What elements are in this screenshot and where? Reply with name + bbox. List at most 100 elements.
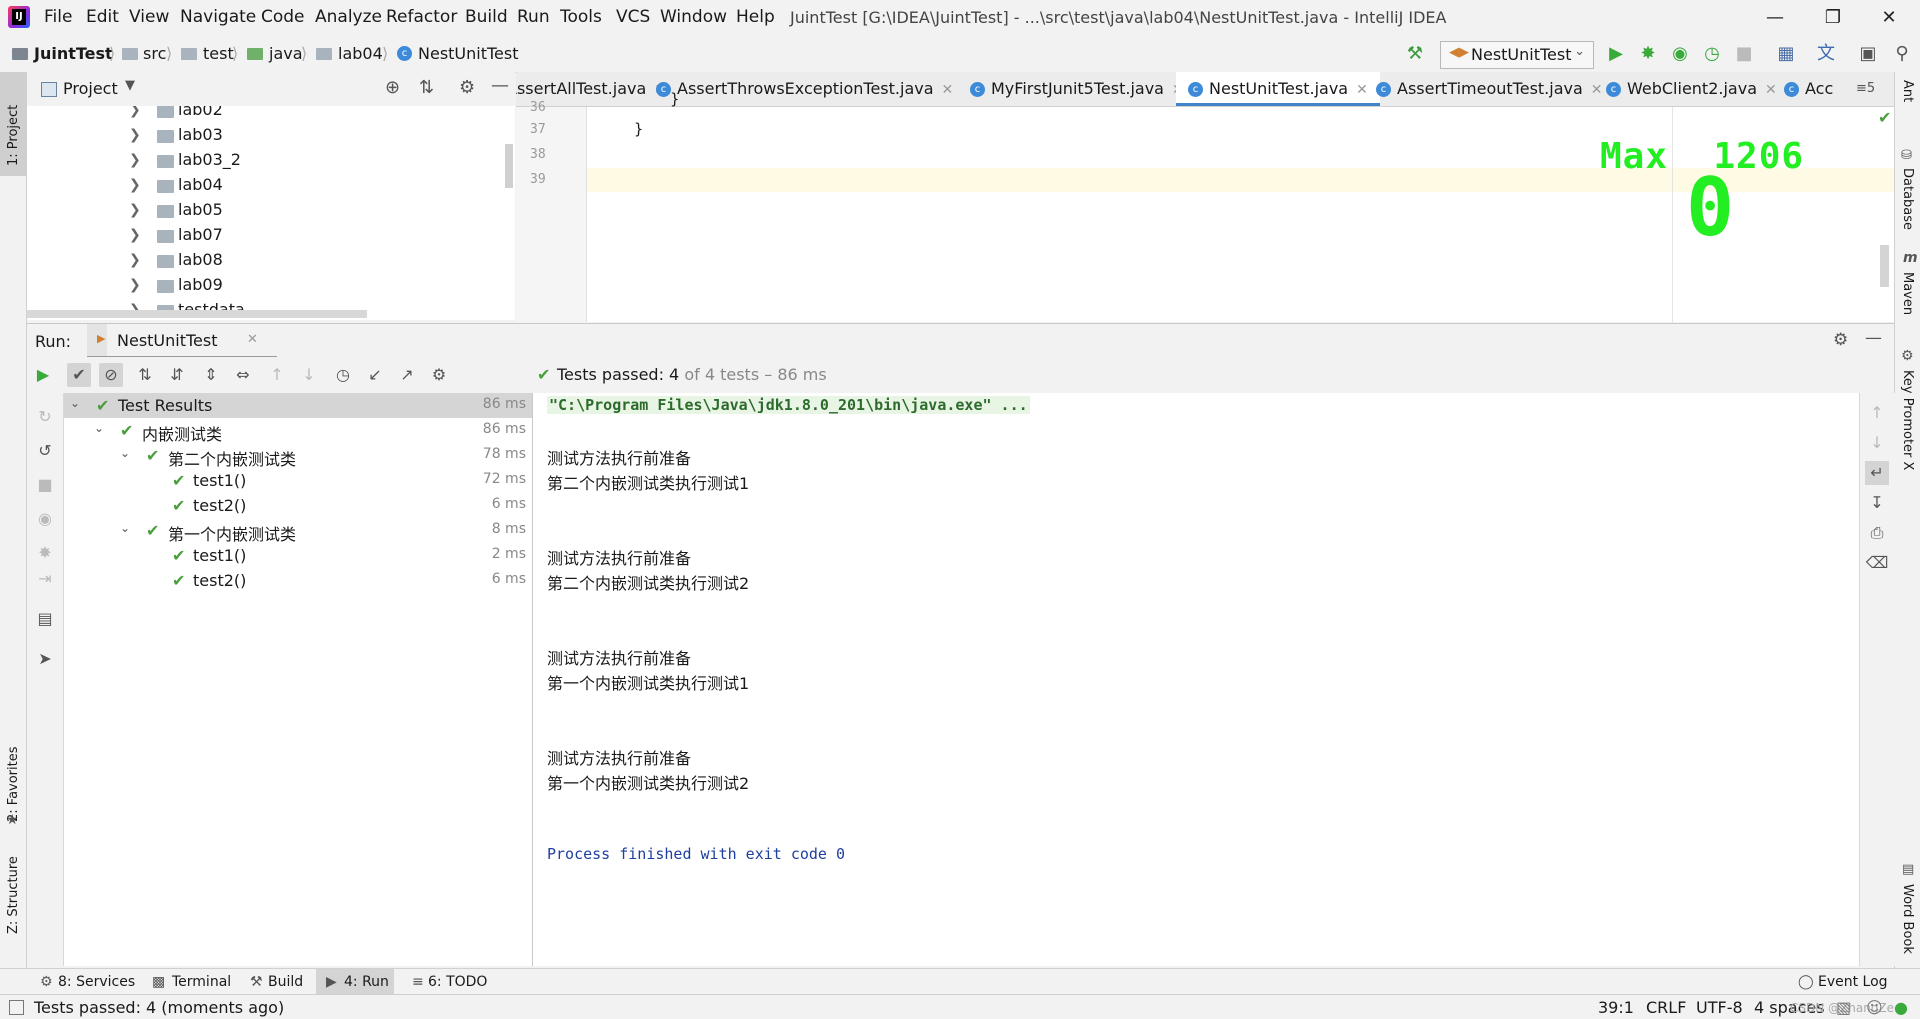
- breadcrumb-lab04[interactable]: lab04: [338, 44, 383, 63]
- test-results-root[interactable]: ⌄ ✔ Test Results 86 ms: [64, 393, 532, 418]
- search-icon[interactable]: ⚲: [1892, 44, 1912, 64]
- tree-item-lab05[interactable]: ❯ lab05: [27, 198, 515, 223]
- history-icon[interactable]: ◷: [331, 363, 355, 387]
- tab-web-client2[interactable]: c WebClient2.java ✕: [1606, 72, 1777, 106]
- collapse-all-icon[interactable]: ⇔: [231, 363, 255, 387]
- code-line-37[interactable]: }: [598, 120, 643, 138]
- show-passed-icon[interactable]: ✔: [67, 363, 91, 387]
- collapse-all-icon[interactable]: ⇅: [419, 77, 434, 98]
- next-failed-icon[interactable]: ↓: [297, 363, 321, 387]
- caret-position[interactable]: 39:1: [1598, 998, 1634, 1017]
- tree-item-lab09[interactable]: ❯ lab09: [27, 273, 515, 298]
- menu-tools[interactable]: Tools: [560, 7, 602, 27]
- exit-icon[interactable]: ⇥: [33, 567, 57, 591]
- menu-window[interactable]: Window: [660, 7, 727, 27]
- tree-item-lab07[interactable]: ❯ lab07: [27, 223, 515, 248]
- chevron-down-icon[interactable]: ⌄: [70, 396, 80, 410]
- project-structure-icon[interactable]: ▦: [1776, 44, 1796, 64]
- breadcrumb-src[interactable]: src: [143, 44, 166, 63]
- tab-my-first-junit5-test[interactable]: cMyFirstJunit5Test.java✕: [970, 72, 1184, 106]
- sort-duration-icon[interactable]: ⇵: [165, 363, 189, 387]
- line-separator[interactable]: CRLF: [1646, 998, 1686, 1017]
- project-tool-label[interactable]: 1: Project: [6, 105, 21, 166]
- chevron-down-icon[interactable]: ⌄: [94, 421, 104, 435]
- soft-wrap-icon[interactable]: ↵: [1865, 461, 1889, 485]
- breadcrumb-java[interactable]: java: [269, 44, 303, 63]
- breadcrumb-class[interactable]: NestUnitTest: [418, 44, 519, 63]
- gear-icon[interactable]: ⚙: [459, 77, 475, 98]
- tool-event-log[interactable]: Event Log: [1818, 974, 1888, 990]
- test-class-row[interactable]: ⌄ ✔ 第二个内嵌测试类 78 ms: [64, 443, 532, 469]
- tool-build[interactable]: Build: [268, 974, 303, 990]
- inspector-icon[interactable]: ☺: [1866, 998, 1883, 1017]
- menu-view[interactable]: View: [129, 7, 169, 27]
- debug-icon[interactable]: ✸: [33, 541, 57, 565]
- toggle-tool-windows-icon[interactable]: [9, 1000, 24, 1015]
- console-output[interactable]: "C:\Program Files\Java\jdk1.8.0_201\bin\…: [533, 393, 1859, 966]
- test-class-row[interactable]: ⌄ ✔ 内嵌测试类 86 ms: [64, 418, 532, 444]
- locate-icon[interactable]: ⊕: [385, 77, 400, 98]
- close-icon[interactable]: ✕: [1591, 82, 1603, 98]
- vertical-scrollbar[interactable]: [505, 144, 513, 188]
- horizontal-scrollbar[interactable]: [27, 310, 367, 318]
- tree-item-lab02[interactable]: ❯ lab02: [27, 106, 515, 123]
- translate-icon[interactable]: 文: [1816, 44, 1836, 64]
- scroll-to-end-icon[interactable]: ↧: [1865, 491, 1889, 515]
- update-icon[interactable]: ●: [1894, 998, 1908, 1017]
- print-icon[interactable]: ⎙: [1865, 521, 1889, 545]
- close-icon[interactable]: ✕: [1765, 82, 1777, 98]
- close-icon[interactable]: ✕: [942, 82, 954, 98]
- tree-item-lab08[interactable]: ❯ lab08: [27, 248, 515, 273]
- test-method-row[interactable]: ✔ test2() 6 ms: [64, 493, 532, 518]
- breadcrumb-test[interactable]: test: [203, 44, 234, 63]
- stop-icon[interactable]: ■: [1734, 44, 1754, 64]
- status-message[interactable]: Tests passed: 4 (moments ago): [34, 998, 284, 1017]
- database-tool-label[interactable]: Database: [1900, 168, 1915, 230]
- ant-tool-label[interactable]: Ant: [1900, 80, 1915, 102]
- rerun-icon[interactable]: ▶: [31, 363, 55, 387]
- breadcrumb-project[interactable]: JuintTest: [34, 44, 113, 63]
- maven-tool-label[interactable]: Maven: [1900, 272, 1915, 315]
- tool-services[interactable]: 8: Services: [58, 974, 135, 990]
- test-method-row[interactable]: ✔ test1() 72 ms: [64, 468, 532, 493]
- minimize-icon[interactable]: —: [1752, 4, 1798, 32]
- close-icon[interactable]: ✕: [1356, 82, 1368, 98]
- gear-icon[interactable]: ⚙: [427, 363, 451, 387]
- key-promoter-tool-label[interactable]: Key Promoter X: [1900, 370, 1915, 470]
- lock-icon[interactable]: ▧: [1836, 998, 1851, 1017]
- menu-edit[interactable]: Edit: [86, 7, 119, 27]
- arrow-up-icon[interactable]: ↑: [1865, 401, 1889, 425]
- layout-icon[interactable]: ▤: [33, 607, 57, 631]
- toggle-auto-test-icon[interactable]: ↺: [33, 439, 57, 463]
- tool-run[interactable]: 4: Run: [344, 974, 389, 990]
- tree-item-lab03[interactable]: ❯ lab03: [27, 123, 515, 148]
- menu-code[interactable]: Code: [261, 7, 305, 27]
- arrow-down-icon[interactable]: ↓: [1865, 431, 1889, 455]
- hide-icon[interactable]: —: [1865, 328, 1882, 348]
- menu-navigate[interactable]: Navigate: [180, 7, 256, 27]
- menu-refactor[interactable]: Refactor: [386, 7, 457, 27]
- profile-icon[interactable]: ◷: [1702, 44, 1722, 64]
- menu-file[interactable]: File: [44, 7, 72, 27]
- tab-nest-unit-test[interactable]: c NestUnitTest.java ✕: [1176, 72, 1380, 106]
- restore-icon[interactable]: ❐: [1810, 4, 1856, 32]
- presentation-icon[interactable]: ▣: [1858, 44, 1878, 64]
- export-tests-icon[interactable]: ↗: [395, 363, 419, 387]
- menu-analyze[interactable]: Analyze: [315, 7, 382, 27]
- tabs-overflow-button[interactable]: ≡5: [1856, 72, 1875, 106]
- tree-item-lab03-2[interactable]: ❯ lab03_2: [27, 148, 515, 173]
- sort-alpha-icon[interactable]: ⇅: [133, 363, 157, 387]
- tab-assert-throws-exception-test[interactable]: c AssertThrowsExceptionTest.java ✕: [656, 72, 953, 106]
- gear-icon[interactable]: ⚙: [1833, 330, 1848, 350]
- menu-help[interactable]: Help: [736, 7, 775, 27]
- close-icon[interactable]: ✕: [1866, 4, 1912, 32]
- trash-icon[interactable]: ⌫: [1865, 551, 1889, 575]
- tool-todo[interactable]: 6: TODO: [428, 974, 487, 990]
- tree-item-lab04[interactable]: ❯ lab04: [27, 173, 515, 198]
- expand-all-icon[interactable]: ⇕: [199, 363, 223, 387]
- project-panel-title[interactable]: Project: [63, 79, 118, 98]
- menu-vcs[interactable]: VCS: [616, 7, 650, 27]
- run-config-select[interactable]: ◀▶ NestUnitTest ⌄: [1440, 41, 1594, 69]
- favorites-tool-label[interactable]: 2: Favorites: [6, 746, 21, 822]
- camera-icon[interactable]: ◉: [33, 507, 57, 531]
